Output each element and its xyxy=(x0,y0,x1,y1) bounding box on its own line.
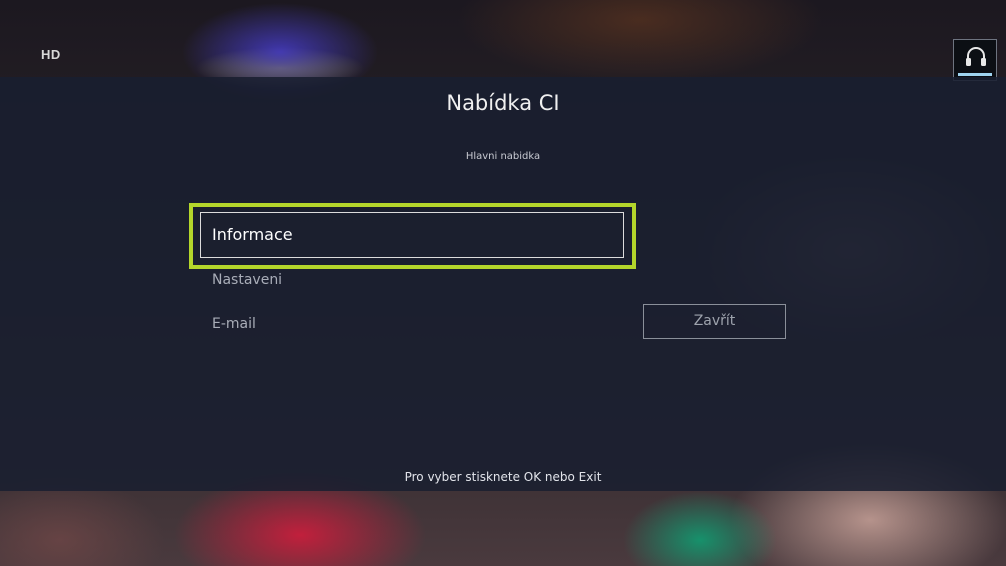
hd-badge: HD xyxy=(41,47,61,62)
headset-level-fill xyxy=(958,73,992,76)
headset-level-bar xyxy=(958,73,992,76)
menu-item-nastaveni[interactable]: Nastaveni xyxy=(212,272,282,288)
headset-widget xyxy=(953,39,997,81)
menu-item-informace[interactable]: Informace xyxy=(200,212,624,258)
menu-item-email[interactable]: E-mail xyxy=(212,316,256,332)
dialog-subtitle: Hlavni nabidka xyxy=(465,151,541,162)
dialog-title: Nabídka CI xyxy=(446,91,560,115)
tv-screen: HD Nabídka CI Hlavni nabidka Informace N… xyxy=(0,0,1006,566)
headset-icon xyxy=(966,47,986,66)
close-button[interactable]: Zavřít xyxy=(643,304,786,339)
navigation-hint: Pro vyber stisknete OK nebo Exit xyxy=(404,470,602,484)
ci-menu-dialog xyxy=(0,77,1006,491)
